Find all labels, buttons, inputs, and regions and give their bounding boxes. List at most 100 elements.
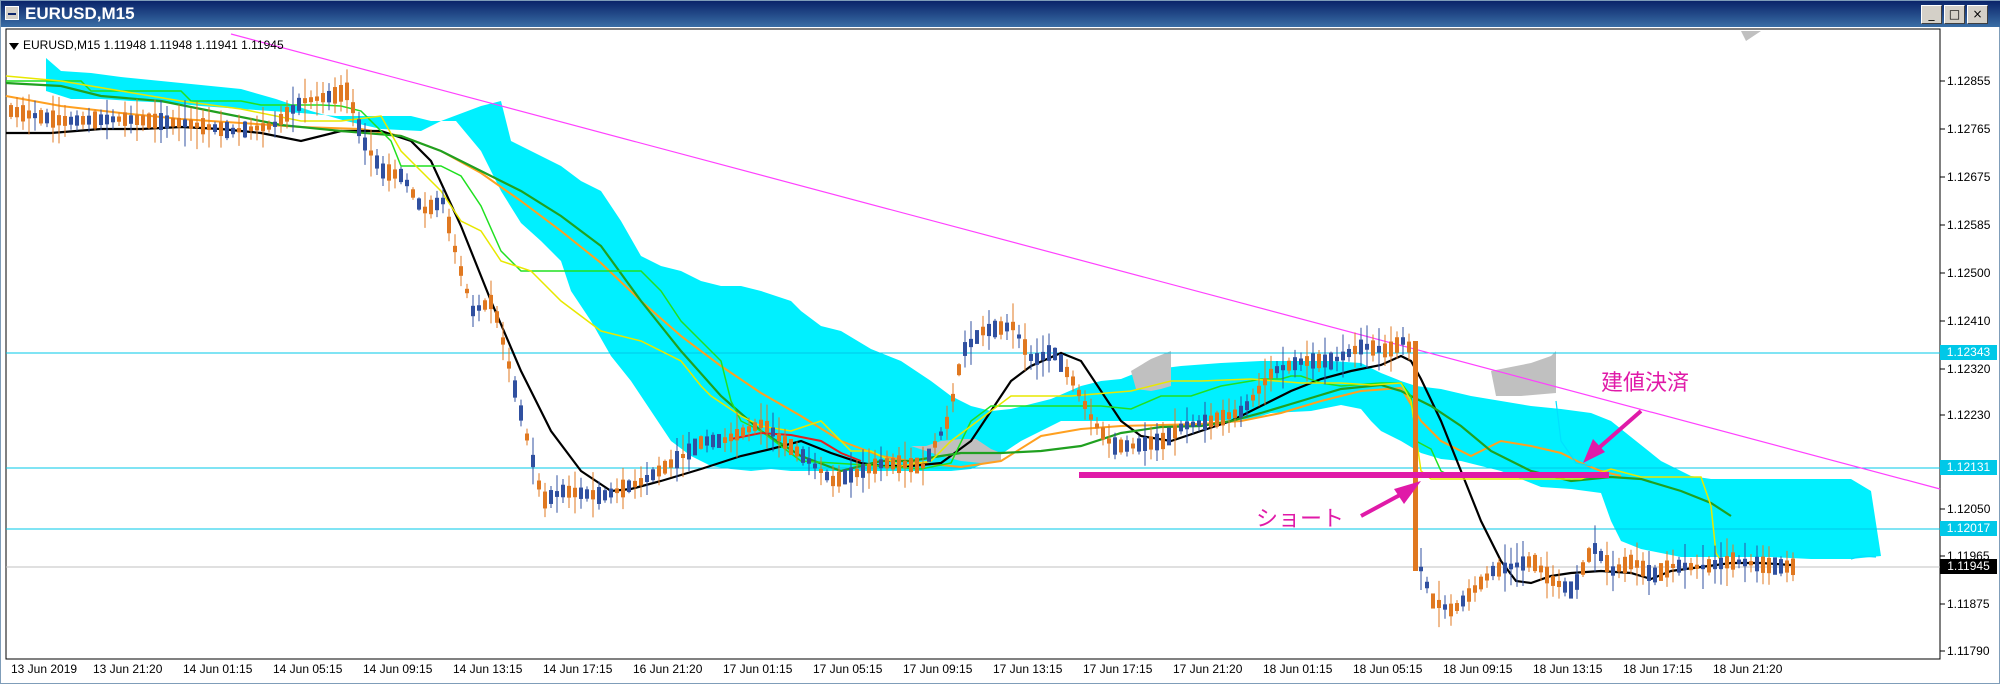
candle-body	[441, 197, 445, 205]
candle-body	[1083, 401, 1087, 409]
candle-body	[123, 112, 127, 126]
candle-body	[891, 458, 895, 470]
candle-body	[723, 437, 727, 443]
candle-body	[765, 420, 769, 433]
time-tick: 13 Jun 2019	[11, 662, 78, 676]
candle-body	[735, 429, 739, 441]
candle-body	[303, 98, 307, 104]
close-button[interactable]: ×	[1967, 5, 1988, 24]
candle-body	[1431, 593, 1435, 609]
candle-body	[1719, 557, 1723, 570]
candle-body	[1341, 351, 1345, 361]
candle-body	[273, 121, 277, 127]
candle-body	[963, 342, 967, 356]
candle-body	[1245, 401, 1249, 411]
candle-body	[1005, 322, 1009, 332]
candle-body	[465, 288, 469, 294]
title-bar[interactable]: EURUSD,M15 _ □ ×	[1, 1, 2000, 27]
candle-body	[21, 105, 25, 122]
candle-body	[165, 115, 169, 129]
candle-body	[729, 433, 733, 442]
candle-body	[1065, 366, 1069, 378]
candle-body	[1053, 347, 1057, 361]
candle-body	[105, 114, 109, 125]
candle-body	[1791, 558, 1795, 576]
candle-body	[1389, 341, 1393, 357]
candle-body	[795, 446, 799, 457]
candle-body	[699, 436, 703, 449]
candle-body	[1311, 353, 1315, 369]
candle-body	[153, 113, 157, 129]
candle-body	[1713, 560, 1717, 570]
candle-body	[1419, 566, 1423, 572]
candle-body	[357, 119, 361, 137]
candle-body	[1683, 562, 1687, 571]
candle-body	[1461, 595, 1465, 607]
candle-body	[525, 433, 529, 441]
time-tick: 17 Jun 05:15	[813, 662, 883, 676]
candle-body	[591, 490, 595, 500]
candle-body	[585, 489, 589, 499]
candle-body	[1167, 427, 1171, 446]
candle-body	[237, 128, 241, 133]
time-tick: 14 Jun 05:15	[273, 662, 343, 676]
candle-body	[867, 463, 871, 474]
price-tick: 1.11790	[1947, 644, 1990, 658]
candle-body	[1743, 558, 1747, 567]
candle-body	[423, 206, 427, 214]
candle-body	[549, 490, 553, 504]
candle-body	[1455, 603, 1459, 611]
candle-body	[1023, 339, 1027, 355]
hline-level-3-label: 1.12017	[1940, 521, 1997, 536]
candle-body	[1635, 560, 1639, 568]
candle-body	[1731, 552, 1735, 570]
maximize-button[interactable]: □	[1944, 5, 1965, 24]
candle-body	[1611, 566, 1615, 576]
candle-body	[1329, 352, 1333, 370]
minimize-button[interactable]: _	[1921, 5, 1942, 24]
window-title: EURUSD,M15	[25, 4, 135, 23]
candle-body	[231, 127, 235, 135]
candle-body	[51, 110, 55, 128]
candle-body	[375, 155, 379, 169]
candle-body	[903, 460, 907, 469]
candle-body	[219, 122, 223, 137]
current-price-label: 1.11945	[1940, 559, 1997, 574]
time-tick: 18 Jun 01:15	[1263, 662, 1333, 676]
candle-body	[447, 216, 451, 234]
candle-body	[1365, 343, 1369, 350]
candle-body	[321, 93, 325, 103]
candle-body	[915, 457, 919, 474]
candle-body	[1215, 412, 1219, 427]
candle-body	[969, 338, 973, 348]
candle-body	[1017, 334, 1021, 339]
price-chart[interactable]	[1, 27, 2000, 685]
candle-body	[843, 469, 847, 485]
candle-body	[927, 448, 931, 462]
candle-body	[1587, 548, 1591, 562]
candle-body	[1767, 557, 1771, 574]
candle-body	[87, 115, 91, 125]
candle-body	[1155, 433, 1159, 451]
candle-body	[1527, 556, 1531, 568]
candle-body	[1119, 439, 1123, 453]
candle-body	[27, 110, 31, 119]
candle-body	[471, 305, 475, 317]
chart-area[interactable]: EURUSD,M15 1.11948 1.11948 1.11941 1.119…	[1, 27, 2000, 685]
candle-body	[1707, 559, 1711, 573]
candle-body	[1725, 556, 1729, 569]
candle-body	[417, 198, 421, 210]
chart-menu-icon[interactable]	[9, 43, 19, 50]
candle-body	[1755, 556, 1759, 572]
candle-body	[759, 419, 763, 429]
candle-body	[1521, 556, 1525, 571]
time-tick: 18 Jun 17:15	[1623, 662, 1693, 676]
candle-body	[1665, 560, 1669, 578]
candle-body	[1131, 443, 1135, 449]
time-tick: 18 Jun 05:15	[1353, 662, 1423, 676]
candle-body	[1251, 394, 1255, 401]
candle-body	[669, 459, 673, 468]
candle-body	[807, 458, 811, 464]
candle-body	[1437, 599, 1441, 609]
candle-body	[81, 116, 85, 125]
